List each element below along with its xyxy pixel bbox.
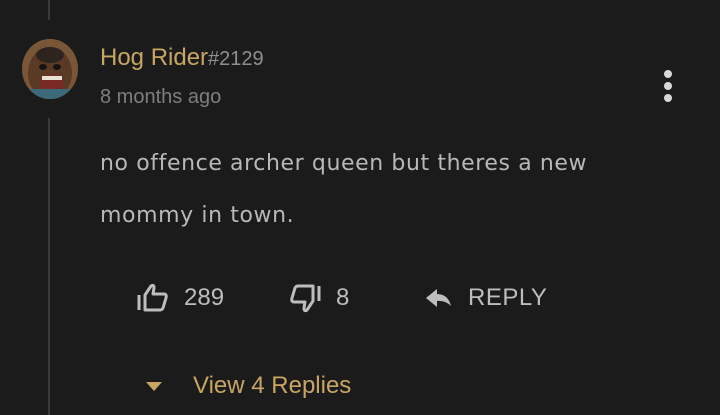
hog-rider-avatar-icon bbox=[22, 39, 78, 99]
view-replies-label: View 4 Replies bbox=[193, 372, 352, 399]
vertical-ellipsis-icon bbox=[664, 82, 672, 90]
comment-timestamp: 8 months ago bbox=[100, 86, 222, 108]
comment-text-line: no offence archer queen but theres a new bbox=[100, 151, 588, 176]
reply-button[interactable]: REPLY bbox=[424, 280, 547, 316]
vertical-ellipsis-icon bbox=[664, 94, 672, 102]
vertical-ellipsis-icon bbox=[664, 70, 672, 78]
reply-arrow-icon bbox=[426, 289, 451, 307]
username[interactable]: Hog Rider bbox=[100, 44, 208, 71]
avatar[interactable] bbox=[22, 39, 78, 99]
caret-down-icon bbox=[146, 381, 162, 391]
like-count: 289 bbox=[184, 284, 225, 311]
dislike-button[interactable]: 8 bbox=[288, 280, 349, 316]
thumbs-down-icon bbox=[290, 284, 321, 313]
like-button[interactable]: 289 bbox=[136, 280, 224, 316]
more-options-button[interactable] bbox=[656, 68, 680, 104]
comment-text-line: mommy in town. bbox=[100, 203, 295, 228]
dislike-count: 8 bbox=[336, 284, 350, 311]
thumbs-up-icon bbox=[137, 283, 168, 312]
comment-author[interactable]: Hog Rider#2129 bbox=[100, 44, 264, 72]
reply-label: REPLY bbox=[468, 284, 548, 311]
thread-line bbox=[48, 0, 50, 20]
view-replies-toggle[interactable]: View 4 Replies bbox=[146, 368, 351, 404]
user-discriminator: #2129 bbox=[208, 48, 264, 70]
thread-line bbox=[48, 118, 50, 415]
comment-body: no offence archer queen but theres a new… bbox=[100, 138, 660, 242]
